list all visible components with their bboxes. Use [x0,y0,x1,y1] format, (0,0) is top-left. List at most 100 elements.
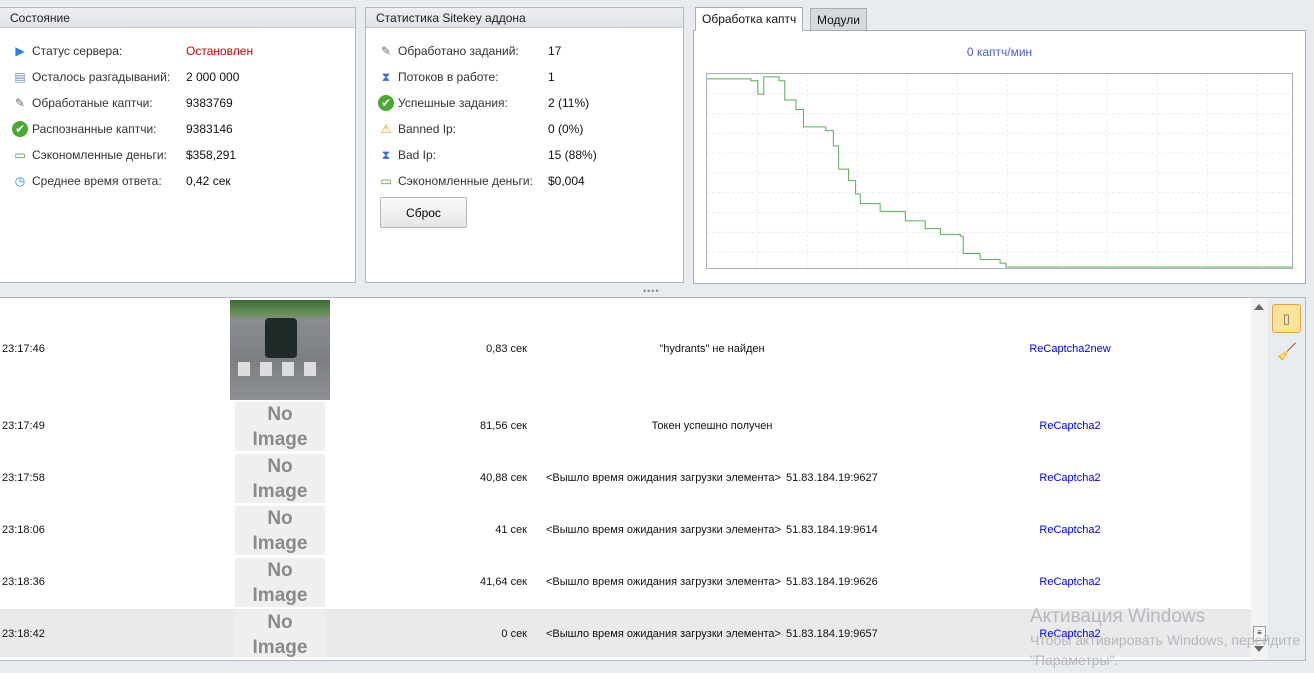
log-message: <Вышло время ожидания загрузки элемента> [546,627,781,640]
hourglass-icon: ⧗ [381,147,391,162]
stat-label: Успешные задания: [398,96,508,110]
document-lightning-icon: ▤ [14,70,26,84]
captcha-image [230,300,330,400]
log-row[interactable]: 23:17:46 0,83 сек "hydrants" не найден R… [0,300,1251,400]
log-duration: 81,56 сек [479,419,527,432]
stat-value: Остановлен [186,44,254,58]
sitekey-panel-title: Статистика Sitekey аддона [366,8,683,28]
no-image-text: Image [252,533,308,554]
line-chart [707,74,1292,268]
money-icon: ▭ [14,148,26,162]
log-row[interactable]: 23:18:36 No Image 41,64 сек <Вышло время о… [0,557,1251,608]
stat-row: ⧗ Bad Ip: 15 (88%) [378,146,698,164]
no-image-text: Image [252,585,308,606]
play-circle-icon: ▶ [15,44,25,58]
no-image-text: Image [252,481,308,502]
stat-label: Обработано заданий: [398,44,519,58]
status-panel: Состояние ▶ Статус сервера: Остановлен ▤ Ост… [0,7,356,283]
stat-row: ⚠ Banned Ip: 0 (0%) [378,120,698,138]
log-row[interactable]: 23:18:06 No Image 41 сек <Вышло время ожид… [0,505,1251,556]
check-circle-icon: ✔ [12,121,28,137]
no-image-placeholder: No Image [235,558,325,607]
stat-value: $0,004 [548,174,585,188]
log-row[interactable]: 23:17:58 No Image 40,88 сек <Вышло время о… [0,453,1251,504]
log-ip: 51.83.184.19:9614 [786,523,878,536]
no-image-text: No [267,456,293,477]
hourglass-icon: ⧗ [381,69,391,84]
splitter-handle[interactable]: •••• [643,286,660,296]
log-ip: 51.83.184.19:9657 [786,627,878,640]
no-image-text: No [267,612,293,633]
stat-value: 17 [548,44,562,58]
stat-value: 0,42 сек [186,174,231,188]
log-row[interactable]: 23:17:49 No Image 81,56 сек Токен успешно … [0,401,1251,452]
log-captcha-type[interactable]: ReCaptcha2 [1000,420,1140,432]
log-duration: 41,64 сек [479,575,527,588]
no-image-text: Image [252,637,308,657]
no-image-text: Image [252,429,308,450]
stat-value: 1 [548,70,555,84]
stat-label: Обработаные каптчи: [32,96,153,110]
clock-icon: ◷ [14,174,26,188]
scroll-up-icon[interactable] [1254,304,1264,310]
log-time: 23:17:58 [2,471,45,484]
stat-row: ⧗ Потоков в работе: 1 [378,68,698,86]
no-image-placeholder: No Image [235,506,325,555]
autoscroll-toggle-button[interactable]: ▯ [1272,304,1301,333]
stat-value: 9383769 [186,96,233,110]
log-ip: 51.83.184.19:9627 [786,471,878,484]
stat-label: Статус сервера: [32,44,123,58]
stat-row: ✎ Обработаные каптчи: 9383769 [12,94,332,112]
stat-row: ◷ Среднее время ответа: 0,42 сек [12,172,332,190]
log-captcha-type[interactable]: ReCaptcha2 [1000,524,1140,536]
no-image-placeholder: No Image [235,454,325,503]
log-duration: 0,83 сек [486,343,527,355]
windows-activation-title: Активация Windows [1030,606,1206,627]
stat-value: 2 (11%) [548,96,590,110]
status-panel-title: Состояние [0,8,355,28]
warning-icon: ⚠ [380,122,392,136]
stat-row: ▭ Сэкономленные деньги: $0,004 [378,172,698,190]
stat-label: Распознанные каптчи: [32,122,157,136]
log-message: "hydrants" не найден [659,343,765,355]
no-image-text: No [267,508,293,529]
log-duration: 0 сек [501,627,527,640]
log-ip: 51.83.184.19:9626 [786,575,878,588]
chart-plot-area [706,73,1293,269]
sitekey-panel: Статистика Sitekey аддона ✎ Обработано за… [365,7,684,283]
stat-row: ✎ Обработано заданий: 17 [378,42,698,60]
stat-label: Потоков в работе: [398,70,499,84]
log-time: 23:18:42 [2,627,45,640]
tab-captcha-processing[interactable]: Обработка каптч [695,7,804,31]
stat-value: 9383146 [186,122,233,136]
log-captcha-type[interactable]: ReCaptcha2new [1000,343,1140,355]
stat-row: ▶ Статус сервера: Остановлен [12,42,332,60]
edit-document-icon: ✎ [380,44,392,58]
side-toolbar: ▯ 🧹 [1268,298,1305,660]
log-message: <Вышло время ожидания загрузки элемента> [546,575,781,588]
stat-row: ✔ Распознанные каптчи: 9383146 [12,120,332,138]
stat-label: Bad Ip: [398,148,437,162]
rate-series-line [707,76,1292,268]
stat-value: 2 000 000 [186,70,240,84]
log-captcha-type[interactable]: ReCaptcha2 [1000,576,1140,588]
stat-label: Сэкономленные деньги: [32,148,167,162]
log-duration: 41 сек [495,523,527,536]
windows-activation-line2: "Параметры". [1030,652,1119,668]
tab-modules[interactable]: Модули [810,8,867,31]
windows-activation-line1: Чтобы активировать Windows, перейдите [1030,632,1301,648]
stat-row: ▤ Осталось разгадываний: 2 000 000 [12,68,332,86]
clear-log-broom-icon[interactable]: 🧹 [1277,342,1297,362]
log-message: Токен успешно получен [651,419,773,432]
scrollbar[interactable]: ≡ [1251,298,1268,660]
log-captcha-type[interactable]: ReCaptcha2 [1000,472,1140,484]
stat-row: ✔ Успешные задания: 2 (11%) [378,94,698,112]
log-time: 23:17:49 [2,419,45,432]
reset-button[interactable]: Сброс [380,197,467,228]
no-image-text: No [267,404,293,425]
edit-document-icon: ✎ [14,96,26,110]
log-time: 23:17:46 [2,343,45,355]
stat-row: ▭ Сэкономленные деньги: $358,291 [12,146,332,164]
no-image-placeholder: No Image [235,610,325,657]
log-message: <Вышло время ожидания загрузки элемента> [546,471,781,484]
